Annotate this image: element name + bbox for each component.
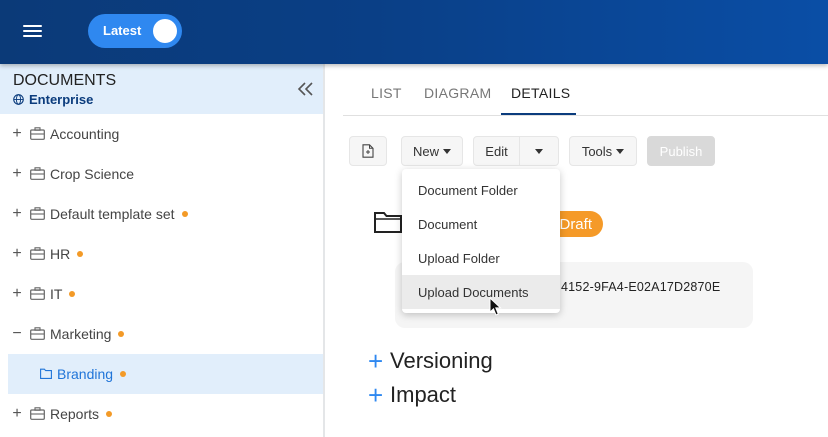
tree-item-label-wrap: HR	[50, 246, 84, 262]
active-tab-indicator	[501, 113, 576, 115]
menu-item-upload-folder[interactable]: Upload Folder	[402, 241, 560, 275]
tree-item-label-wrap: Branding	[57, 366, 127, 382]
tab-divider	[343, 115, 828, 116]
tree-item-label: Crop Science	[50, 166, 135, 182]
publish-button-label: Publish	[659, 143, 703, 159]
status-dot	[120, 371, 127, 378]
section-title: Impact	[390, 382, 457, 407]
briefcase-icon	[30, 207, 45, 220]
expand-icon[interactable]: +	[11, 206, 23, 222]
latest-toggle-label: Latest	[103, 23, 142, 38]
tree-item-label: Reports	[50, 406, 100, 422]
new-button-label: New	[412, 143, 439, 159]
document-info-button[interactable]	[349, 136, 387, 166]
document-icon	[362, 144, 374, 158]
workspace-label[interactable]: Enterprise	[13, 92, 93, 107]
mouse-cursor-icon	[489, 297, 502, 316]
status-dot	[181, 211, 188, 218]
collapse-sidebar-icon[interactable]	[296, 81, 316, 97]
briefcase-icon	[30, 167, 45, 180]
menu-item-document[interactable]: Document	[402, 207, 560, 241]
document-id: 4152-9FA4-E02A17D2870E	[561, 280, 721, 294]
tools-button-label: Tools	[581, 143, 613, 159]
top-bar: Latest	[0, 0, 828, 64]
tab-diagram[interactable]: DIAGRAM	[424, 85, 491, 101]
tree-item-label: Accounting	[50, 126, 120, 142]
briefcase-icon	[30, 287, 45, 300]
chevron-down-icon	[535, 148, 543, 154]
globe-icon	[13, 94, 24, 105]
status-dot	[77, 251, 84, 258]
tree-item-accounting[interactable]: + Accounting	[0, 114, 323, 154]
expand-icon[interactable]: +	[11, 166, 23, 182]
new-button[interactable]: New	[401, 136, 463, 166]
collapse-icon[interactable]: −	[11, 326, 23, 342]
workspace-name: Enterprise	[29, 92, 94, 107]
hamburger-menu-icon[interactable]	[23, 24, 42, 39]
briefcase-icon	[30, 327, 45, 340]
status-badge-label: Draft	[559, 215, 592, 233]
expand-plus-icon: +	[368, 380, 384, 410]
tree-item-marketing[interactable]: − Marketing	[0, 314, 323, 354]
tree-item-reports[interactable]: + Reports	[0, 394, 323, 434]
edit-button-label: Edit	[485, 143, 508, 159]
status-dot	[106, 411, 113, 418]
edit-button[interactable]: Edit	[473, 136, 520, 166]
folder-icon	[374, 212, 402, 233]
tree-item-default-template-set[interactable]: + Default template set	[0, 194, 323, 234]
tab-bar: LIST DIAGRAM DETAILS	[327, 64, 828, 116]
briefcase-icon	[30, 407, 45, 420]
sidebar: DOCUMENTS Enterprise + Accounting + Crop…	[0, 64, 325, 437]
briefcase-icon	[30, 127, 45, 140]
expand-icon[interactable]: +	[11, 286, 23, 302]
briefcase-icon	[30, 247, 45, 260]
status-dot	[69, 291, 76, 298]
tree-item-label-wrap: Reports	[50, 406, 113, 422]
section-title: Versioning	[390, 348, 493, 373]
publish-button[interactable]: Publish	[647, 136, 715, 166]
tree-item-branding[interactable]: Branding	[8, 354, 323, 394]
tree-item-it[interactable]: + IT	[0, 274, 323, 314]
tree-item-label: Marketing	[50, 326, 112, 342]
impact-section[interactable]: + Impact	[368, 380, 456, 410]
tree-item-label: HR	[50, 246, 71, 262]
sidebar-header: DOCUMENTS Enterprise	[0, 64, 323, 114]
sidebar-title: DOCUMENTS	[13, 72, 117, 89]
tree-item-label-wrap: Default template set	[50, 206, 188, 222]
status-dot	[118, 331, 125, 338]
tab-details[interactable]: DETAILS	[511, 85, 570, 101]
expand-icon[interactable]: +	[11, 246, 23, 262]
menu-item-upload-documents[interactable]: Upload Documents	[402, 275, 560, 309]
expand-icon[interactable]: +	[11, 126, 23, 142]
versioning-section[interactable]: + Versioning	[368, 346, 493, 376]
chevron-down-icon	[443, 148, 451, 154]
tree-item-hr[interactable]: + HR	[0, 234, 323, 274]
latest-toggle[interactable]: Latest	[88, 14, 182, 48]
tab-list[interactable]: LIST	[371, 85, 402, 101]
folder-icon	[40, 368, 52, 379]
tree-item-label-wrap: IT	[50, 286, 76, 302]
expand-icon[interactable]: +	[11, 406, 23, 422]
new-dropdown-menu: Document Folder Document Upload Folder U…	[402, 169, 560, 313]
tree-item-label-wrap: Marketing	[50, 326, 125, 342]
expand-plus-icon: +	[368, 346, 384, 376]
chevron-down-icon	[616, 148, 625, 154]
edit-dropdown-button[interactable]	[519, 136, 559, 166]
tree-item-label: IT	[50, 286, 63, 302]
tree-item-label: Branding	[57, 366, 114, 382]
toggle-knob	[153, 19, 177, 43]
tree-item-crop-science[interactable]: + Crop Science	[0, 154, 323, 194]
menu-item-document-folder[interactable]: Document Folder	[402, 173, 560, 207]
tools-button[interactable]: Tools	[569, 136, 637, 166]
tree-item-label: Default template set	[50, 206, 175, 222]
